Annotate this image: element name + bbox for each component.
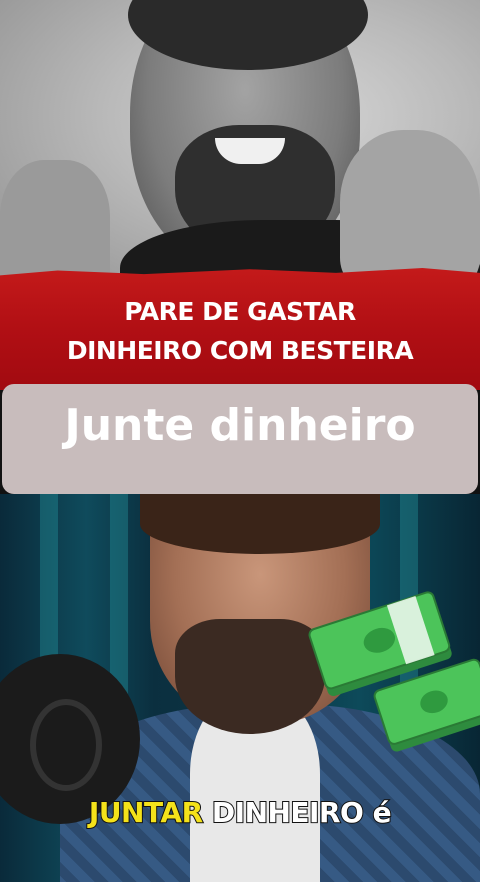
beard bbox=[175, 619, 325, 734]
red-banner bbox=[0, 268, 480, 390]
subtitle: JUNTAR DINHEIRO é bbox=[0, 795, 480, 830]
left-hand bbox=[0, 160, 110, 290]
hair bbox=[140, 494, 380, 554]
money-stack-icon bbox=[308, 591, 480, 752]
top-video-frame bbox=[0, 0, 480, 290]
banner-title-line2: DINHEIRO COM BESTEIRA bbox=[66, 336, 414, 365]
subtitle-word-highlight: JUNTAR bbox=[88, 795, 204, 830]
reel-frame: PARE DE GASTAR DINHEIRO COM BESTEIRA Jun… bbox=[0, 0, 480, 882]
right-hand bbox=[340, 130, 480, 290]
banner-title-line1: PARE DE GASTAR bbox=[124, 297, 356, 326]
microphone-ring bbox=[30, 699, 102, 791]
subtitle-word: é bbox=[372, 795, 393, 830]
subtitle-word: DINHEIRO bbox=[211, 795, 365, 830]
caption-text: Junte dinheiro bbox=[64, 400, 416, 451]
